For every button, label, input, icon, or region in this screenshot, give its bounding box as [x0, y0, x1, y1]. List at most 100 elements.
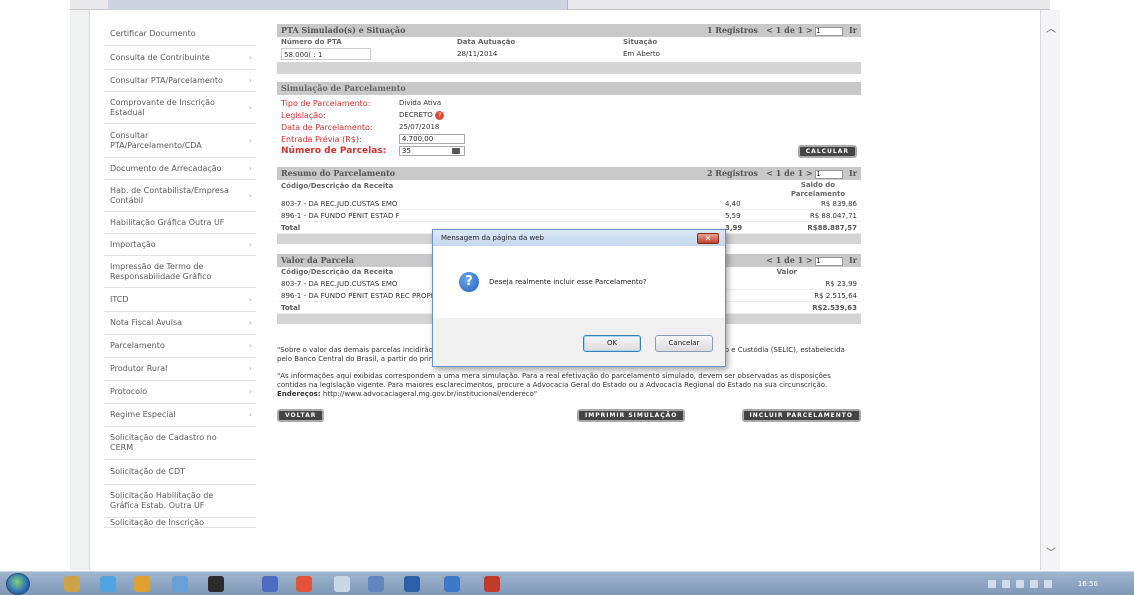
close-icon[interactable]: ✕	[697, 233, 719, 244]
firefox-icon[interactable]	[134, 576, 150, 592]
vertical-scrollbar[interactable]: ︿ ﹀	[1040, 10, 1060, 570]
valor-pager: < 1 de 1 > Ir	[766, 254, 857, 267]
total-saldo: R$88.887,57	[807, 224, 857, 232]
browser-tab[interactable]	[108, 0, 568, 10]
sidebar-item-label: Consultar PTA/Parcelamento/CDA	[110, 130, 202, 150]
tipo-value: Dívida Ativa	[399, 99, 442, 107]
sidebar-item-solicitacao-cdt[interactable]: Solicitação de CDT	[104, 460, 256, 485]
app-icon[interactable]	[262, 576, 278, 592]
incluir-parcelamento-button[interactable]: INCLUIR PARCELAMENTO	[741, 409, 861, 422]
chevron-right-icon: ›	[248, 239, 252, 249]
sidebar-item-label: Habilitação Gráfica Outra UF	[110, 217, 225, 227]
pager-nav[interactable]: < 1 de 1 >	[766, 168, 812, 178]
row-valor: R$ 2.515,64	[814, 292, 857, 300]
go-link[interactable]: Ir	[849, 25, 857, 35]
sidebar-item-inscricao[interactable]: Solicitação de Inscrição	[104, 518, 256, 528]
chevron-right-icon: ›	[248, 294, 252, 304]
pta-table-header: Número do PTA Data Autuação Situação	[277, 37, 861, 48]
sidebar-item-documento-arrecadacao[interactable]: Documento de Arrecadação ›	[104, 158, 256, 180]
entrada-label: Entrada Prévia (R$):	[281, 134, 362, 144]
tool-icon[interactable]	[172, 576, 188, 592]
sidebar-item-habilitacao-grafica-estab[interactable]: Solicitação Habilitação de Gráfica Estab…	[104, 485, 256, 518]
total-mid: 3,99	[725, 224, 743, 232]
system-tray-icons[interactable]	[988, 580, 1058, 588]
chevron-right-icon: ›	[248, 52, 252, 62]
cancel-button[interactable]: Cancelar	[655, 335, 713, 352]
pager-nav[interactable]: < 1 de 1 >	[766, 25, 812, 35]
sidebar-item-cadastro-cerm[interactable]: Solicitação de Cadastro no CERM	[104, 427, 256, 460]
chrome-icon[interactable]	[296, 576, 312, 592]
note-link[interactable]: http://www.advocaciageral.mg.gov.br/inst…	[323, 390, 537, 398]
valor-title: Valor da Parcela	[281, 255, 354, 265]
pta-pager: 1 Registros < 1 de 1 > Ir	[707, 24, 857, 37]
outlook-icon[interactable]	[444, 576, 460, 592]
table-row[interactable]: 58.000( : 1 28/11/2014 Em Aberto	[277, 48, 861, 60]
sidebar-item-termo-responsabilidade[interactable]: Impressão de Termo de Responsabilidade G…	[104, 256, 256, 288]
sidebar-item-itcd[interactable]: ITCD ›	[104, 288, 256, 312]
calcular-button[interactable]: CALCULAR	[797, 145, 857, 158]
row-desc: 896-1 - DA FUNDO PENIT ESTAD REC PROPRIA	[281, 292, 443, 300]
go-link[interactable]: Ir	[849, 168, 857, 178]
sidebar-item-habilitacao-grafica[interactable]: Habilitação Gráfica Outra UF	[104, 212, 256, 234]
help-icon[interactable]: ?	[435, 110, 445, 120]
sidebar-item-consultar-pta[interactable]: Consultar PTA/Parcelamento ›	[104, 70, 256, 92]
data-autuacao: 28/11/2014	[457, 50, 498, 58]
sidebar-item-nota-fiscal[interactable]: Nota Fiscal Avulsa ›	[104, 312, 256, 335]
sidebar-item-consulta-contribuinte[interactable]: Consulta de Contribuinte ›	[104, 46, 256, 70]
pdf-icon[interactable]	[484, 576, 500, 592]
sidebar-item-importacao[interactable]: Importação ›	[104, 234, 256, 256]
word-icon[interactable]	[404, 576, 420, 592]
sidebar-item-label: Impressão de Termo de Responsabilidade G…	[110, 261, 212, 281]
page-input[interactable]	[815, 256, 844, 266]
parcelas-input[interactable]: 35	[399, 146, 465, 156]
col-saldo: Saldo do Parcelamento	[790, 181, 846, 198]
table-row[interactable]: 803-7 - DA REC.JUD.CUSTAS EMO 4,40 R$ 83…	[277, 198, 861, 210]
dialog-titlebar[interactable]: Mensagem da página da web ✕	[433, 230, 725, 246]
chevron-right-icon: ›	[248, 318, 252, 327]
folder-icon[interactable]	[64, 576, 80, 592]
parcelas-value: 35	[402, 147, 411, 155]
page-input[interactable]	[815, 169, 844, 179]
pta-section-header: PTA Simulado(s) e Situação 1 Registros <…	[277, 24, 861, 37]
ok-button[interactable]: OK	[583, 335, 641, 352]
start-button-icon[interactable]	[6, 573, 30, 595]
situacao: Em Aberto	[623, 50, 660, 58]
registros-count: 2 Registros	[706, 168, 758, 178]
sidebar-item-contabilista[interactable]: Hab. de Contabilista/Empresa Contábil ›	[104, 180, 256, 212]
clock[interactable]: 16:56	[1078, 572, 1098, 595]
table-row[interactable]: 896-1 - DA FUNDO PENIT ESTAD F 5,59 R$ 8…	[277, 210, 861, 222]
sidebar-item-parcelamento[interactable]: Parcelamento ›	[104, 335, 256, 358]
pager-nav[interactable]: < 1 de 1 >	[766, 255, 812, 265]
chevron-right-icon: ›	[248, 135, 252, 145]
imprimir-simulacao-button[interactable]: IMPRIMIR SIMULAÇÃO	[577, 409, 686, 422]
page-input[interactable]	[815, 26, 844, 36]
simulacao-title: Simulação de Parcelamento	[281, 83, 406, 93]
row-desc: 803-7 - DA REC.JUD.CUSTAS EMO	[281, 200, 398, 208]
terminal-icon[interactable]	[208, 576, 224, 592]
sidebar-item-label: Solicitação de Inscrição	[110, 518, 205, 527]
sidebar-item-protocolo[interactable]: Protocolo ›	[104, 381, 256, 404]
sidebar-item-label: Solicitação de CDT	[110, 467, 185, 476]
row-saldo: R$ 839,86	[820, 200, 857, 208]
total-label: Total	[281, 224, 301, 232]
browser-icon[interactable]	[100, 576, 116, 592]
sidebar-item-label: Parcelamento	[110, 341, 165, 350]
parcelas-label: Número de Parcelas:	[281, 146, 387, 156]
sidebar-item-regime-especial[interactable]: Regime Especial ›	[104, 404, 256, 427]
voltar-button[interactable]: VOLTAR	[277, 409, 325, 422]
scroll-down-icon[interactable]: ﹀	[1041, 544, 1061, 564]
sidebar-item-produtor-rural[interactable]: Produtor Rural ›	[104, 358, 256, 381]
sidebar-item-consultar-cda[interactable]: Consultar PTA/Parcelamento/CDA ›	[104, 124, 256, 158]
entrada-input[interactable]: 4.700,00	[399, 134, 465, 144]
sidebar-item-certificar[interactable]: Certificar Documento	[104, 22, 256, 46]
simulacao-form: Tipo de Parcelamento: Dívida Ativa Legisl…	[277, 95, 861, 158]
scroll-up-icon[interactable]: ︿	[1041, 20, 1061, 40]
chevron-right-icon: ›	[248, 163, 252, 173]
pta-number: 58.000( : 1	[281, 48, 371, 60]
notepad-icon[interactable]	[334, 576, 350, 592]
row-saldo: R$ 88.047,71	[809, 212, 857, 220]
sidebar-item-comprovante[interactable]: Comprovante de Inscrição Estadual ›	[104, 92, 256, 124]
go-link[interactable]: Ir	[849, 255, 857, 265]
col-numero-pta: Número do PTA	[281, 38, 342, 46]
pen-icon[interactable]	[368, 576, 384, 592]
